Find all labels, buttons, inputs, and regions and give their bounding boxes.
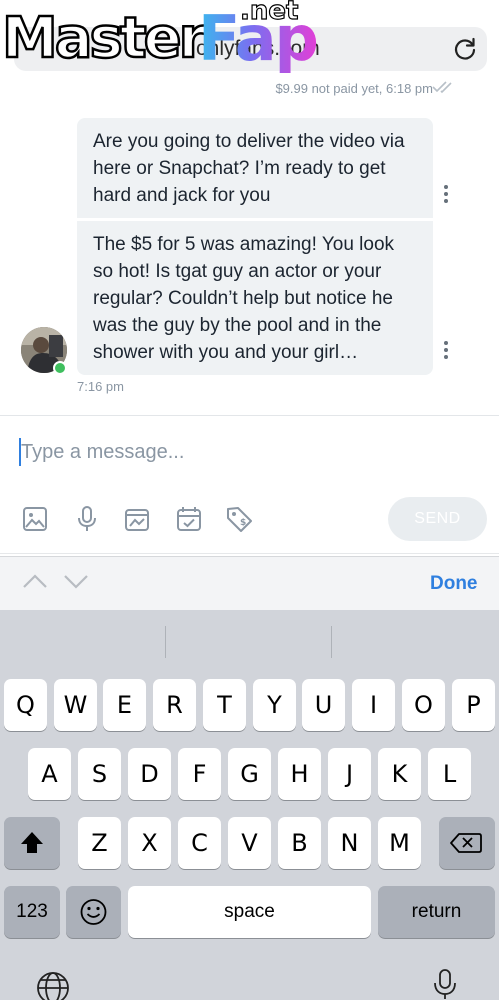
globe-icon[interactable] [35,970,71,1000]
message-time: 7:16 pm [77,379,124,394]
emoji-key[interactable] [66,886,121,938]
key-d[interactable]: D [128,748,171,800]
shift-key[interactable] [4,817,60,869]
divider [0,415,499,416]
key-c[interactable]: C [178,817,221,869]
key-a[interactable]: A [28,748,71,800]
message-text: The $5 for 5 was amazing! You look so ho… [93,234,395,363]
image-icon[interactable] [20,504,50,534]
key-r[interactable]: R [153,679,196,731]
emoji-icon [80,899,107,925]
price-tag-icon[interactable]: $ [224,504,254,534]
key-g[interactable]: G [228,748,271,800]
key-m[interactable]: M [378,817,421,869]
key-s[interactable]: S [78,748,121,800]
url-text[interactable]: onlyfans.com [196,37,320,61]
key-e[interactable]: E [103,679,146,731]
return-key[interactable]: return [378,886,495,938]
space-key[interactable]: space [128,886,371,938]
key-p[interactable]: P [452,679,495,731]
backspace-key[interactable] [439,817,495,869]
key-y[interactable]: Y [253,679,296,731]
key-k[interactable]: K [378,748,421,800]
send-button[interactable]: SEND [388,497,487,541]
key-b[interactable]: B [278,817,321,869]
dictation-microphone-icon[interactable] [432,968,458,1000]
double-check-icon [432,81,452,94]
message-bubble[interactable]: The $5 for 5 was amazing! You look so ho… [77,221,433,375]
keyboard [0,610,499,1000]
more-options-icon[interactable] [441,184,451,204]
key-t[interactable]: T [203,679,246,731]
key-o[interactable]: O [402,679,445,731]
schedule-icon[interactable] [174,504,204,534]
message-bubble[interactable]: Are you going to deliver the video via h… [77,118,433,218]
key-u[interactable]: U [302,679,345,731]
microphone-icon[interactable] [72,504,102,534]
message-text: Are you going to deliver the video via h… [93,131,405,206]
chevron-down-icon[interactable] [63,572,89,590]
key-n[interactable]: N [328,817,371,869]
numbers-key[interactable]: 123 [4,886,60,938]
key-j[interactable]: J [328,748,371,800]
key-x[interactable]: X [128,817,171,869]
key-i[interactable]: I [352,679,395,731]
previous-message-status: $9.99 not paid yet, 6:18 pm [275,81,433,96]
key-w[interactable]: W [54,679,97,731]
text-caret [19,438,21,466]
message-input[interactable] [17,436,477,468]
key-h[interactable]: H [278,748,321,800]
svg-text:$: $ [240,518,246,528]
key-q[interactable]: Q [4,679,47,731]
key-z[interactable]: Z [78,817,121,869]
suggestion-separator [165,626,166,658]
divider [0,553,499,554]
key-l[interactable]: L [428,748,471,800]
vault-icon[interactable] [122,504,152,534]
chevron-up-icon[interactable] [22,572,48,590]
suggestion-separator [331,626,332,658]
reload-icon[interactable] [452,36,478,62]
backspace-icon [450,833,482,853]
key-v[interactable]: V [228,817,271,869]
done-button[interactable]: Done [430,573,478,595]
shift-icon [21,832,43,853]
key-f[interactable]: F [178,748,221,800]
more-options-icon[interactable] [441,340,451,360]
online-status-dot [53,361,67,375]
